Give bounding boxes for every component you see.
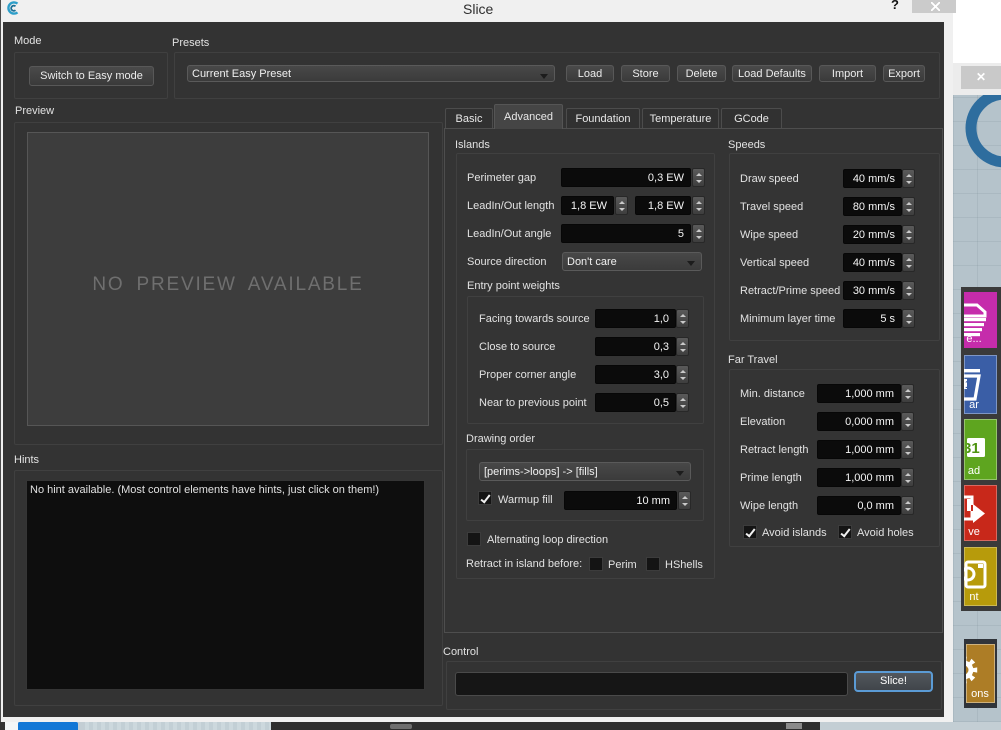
svg-text:31: 31 <box>964 440 980 457</box>
svg-text:1: 1 <box>965 379 971 391</box>
